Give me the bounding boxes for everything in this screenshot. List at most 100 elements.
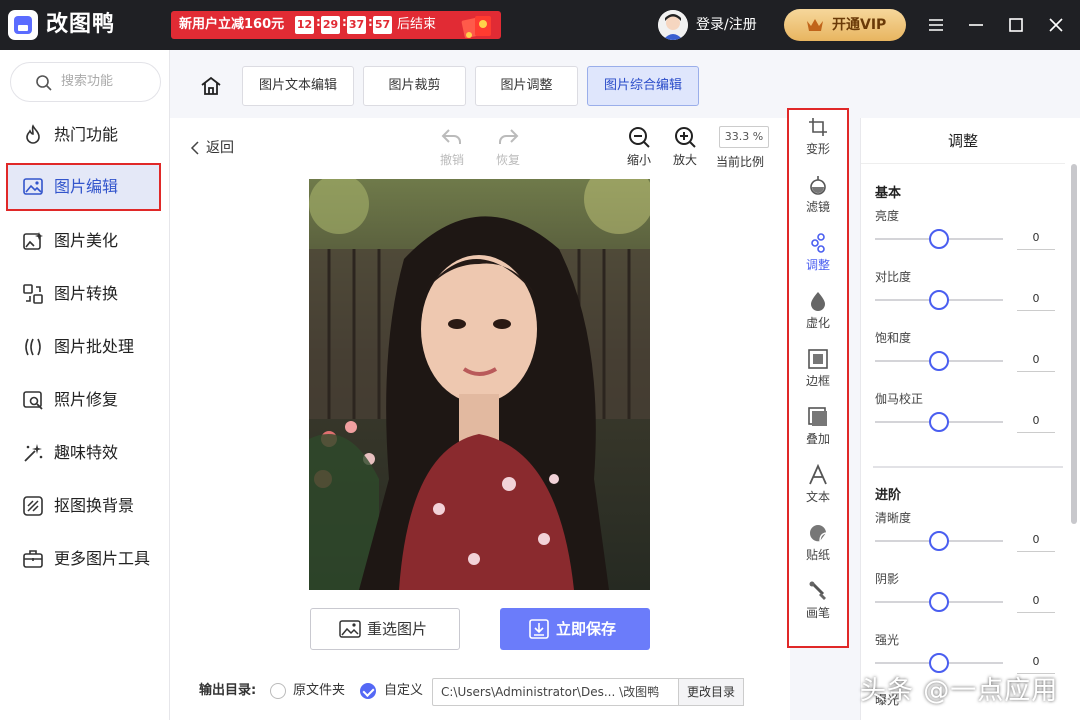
slider-value[interactable]: 0 — [1017, 226, 1055, 250]
tool-border[interactable]: 边框 — [789, 342, 847, 400]
slider-value[interactable]: 0 — [1017, 528, 1055, 552]
sidebar-item-repair[interactable]: 照片修复 — [6, 376, 161, 424]
redo-label: 恢复 — [495, 153, 520, 167]
tool-text[interactable]: 文本 — [789, 458, 847, 516]
advanced-section-title: 进阶 — [875, 488, 902, 503]
sidebar-item-label: 图片转换 — [54, 284, 119, 303]
home-icon[interactable] — [200, 75, 222, 97]
sidebar-item-label: 抠图换背景 — [54, 496, 135, 515]
undo-button[interactable]: 撤销 — [432, 126, 472, 172]
image-icon — [339, 620, 361, 638]
cutout-icon — [23, 496, 43, 516]
zoom-value[interactable]: 33.3 % — [719, 126, 769, 148]
minimize-icon[interactable] — [966, 15, 986, 35]
maximize-icon[interactable] — [1006, 15, 1026, 35]
timer-hours: 12 — [295, 16, 314, 34]
slider-handle[interactable] — [929, 229, 949, 249]
slider-brightness: 亮度 0 — [861, 208, 1065, 260]
change-directory-button[interactable]: 更改目录 — [679, 678, 744, 706]
reselect-label: 重选图片 — [367, 620, 428, 638]
tool-brush[interactable]: 画笔 — [789, 574, 847, 632]
sidebar-item-more[interactable]: 更多图片工具 — [6, 535, 161, 583]
sidebar-item-effects[interactable]: 趣味特效 — [6, 429, 161, 477]
edited-photo[interactable] — [309, 179, 650, 590]
tool-label: 变形 — [805, 142, 830, 156]
convert-icon — [23, 284, 43, 304]
sidebar-item-label: 热门功能 — [54, 125, 119, 144]
login-link[interactable]: 登录/注册 — [696, 14, 757, 36]
back-label: 返回 — [206, 140, 234, 156]
slider-label: 阴影 — [875, 572, 900, 586]
blur-icon — [811, 292, 825, 311]
search-input[interactable]: 搜索功能 — [61, 63, 113, 101]
timer-minutes: 29 — [321, 16, 340, 34]
output-path-field[interactable]: C:\Users\Administrator\Des... \改图鸭 — [432, 678, 679, 706]
reselect-image-button[interactable]: 重选图片 — [310, 608, 460, 650]
slider-label: 强光 — [875, 633, 900, 647]
slider-value[interactable]: 0 — [1017, 287, 1055, 311]
radio-custom[interactable] — [360, 683, 376, 699]
vip-button[interactable]: 开通VIP — [784, 9, 906, 41]
timer-centis: 57 — [373, 16, 392, 34]
radio-original-folder[interactable] — [270, 683, 286, 699]
zoom-out-button[interactable]: 缩小 — [619, 126, 659, 172]
close-icon[interactable] — [1046, 15, 1066, 35]
slider-value[interactable]: 0 — [1017, 589, 1055, 613]
batch-icon — [25, 338, 41, 356]
panel-scrollbar[interactable] — [1071, 164, 1077, 524]
sidebar-item-label: 更多图片工具 — [54, 549, 151, 568]
sidebar-item-convert[interactable]: 图片转换 — [6, 270, 161, 318]
sidebar-item-batch[interactable]: 图片批处理 — [6, 323, 161, 371]
slider-label: 对比度 — [875, 270, 912, 284]
output-directory-row: 输出目录: 原文件夹 自定义 C:\Users\Administrator\De… — [170, 676, 790, 706]
sidebar-item-cutout[interactable]: 抠图换背景 — [6, 482, 161, 530]
slider-handle[interactable] — [929, 351, 949, 371]
image-beauty-icon — [23, 232, 43, 250]
slider-value[interactable]: 0 — [1017, 348, 1055, 372]
tab-crop[interactable]: 图片裁剪 — [363, 66, 466, 106]
basic-section-title: 基本 — [875, 186, 902, 201]
tool-label: 贴纸 — [805, 548, 830, 562]
slider-handle[interactable] — [929, 531, 949, 551]
sidebar-item-beauty[interactable]: 图片美化 — [6, 217, 161, 265]
search-box[interactable]: 搜索功能 — [10, 62, 161, 102]
canvas-area: 返回 撤销 恢复 缩小 放大 33.3 % 当前比例 重选图片 立即保存 输出目… — [170, 118, 790, 720]
promo-banner[interactable]: 新用户立减160元 12 : 29 : 37 : 57 后结束 — [171, 11, 501, 39]
slider-contrast: 对比度 0 — [861, 269, 1065, 321]
sidebar-item-image-edit[interactable]: 图片编辑 — [6, 163, 161, 211]
menu-icon[interactable] — [926, 15, 946, 35]
tool-filter[interactable]: 滤镜 — [789, 168, 847, 226]
app-title: 改图鸭 — [46, 12, 116, 37]
tool-transform[interactable]: 变形 — [789, 110, 847, 168]
zoom-label: 当前比例 — [716, 155, 765, 169]
tool-sticker[interactable]: 贴纸 — [789, 516, 847, 574]
redo-icon — [499, 129, 519, 144]
edit-tool-column: 变形 滤镜 调整 虚化 边框 叠加 文本 贴纸 画笔 — [787, 108, 849, 648]
slider-value[interactable]: 0 — [1017, 409, 1055, 433]
slider-handle[interactable] — [929, 592, 949, 612]
sidebar-item-label: 图片美化 — [54, 231, 119, 250]
tool-adjust[interactable]: 调整 — [789, 226, 847, 284]
tab-adjust[interactable]: 图片调整 — [475, 66, 578, 106]
zoom-out-label: 缩小 — [626, 153, 651, 167]
output-label: 输出目录: — [199, 683, 257, 698]
tool-blur[interactable]: 虚化 — [789, 284, 847, 342]
tool-overlay[interactable]: 叠加 — [789, 400, 847, 458]
toolbox-icon — [23, 550, 43, 568]
avatar[interactable] — [658, 10, 688, 40]
slider-handle[interactable] — [929, 290, 949, 310]
tab-text-edit[interactable]: 图片文本编辑 — [242, 66, 354, 106]
tool-label: 滤镜 — [805, 200, 830, 214]
promo-text: 新用户立减160元 — [179, 17, 285, 32]
sidebar: 搜索功能 热门功能 图片编辑 图片美化 图片转换 图片批处理 照片修复 趣味特效… — [0, 50, 170, 720]
sidebar-item-hot[interactable]: 热门功能 — [6, 111, 161, 159]
slider-handle[interactable] — [929, 412, 949, 432]
sidebar-item-label: 照片修复 — [54, 390, 119, 409]
brush-icon — [809, 581, 826, 600]
tab-composite-edit[interactable]: 图片综合编辑 — [587, 66, 699, 106]
save-button[interactable]: 立即保存 — [500, 608, 650, 650]
redo-button[interactable]: 恢复 — [488, 126, 528, 172]
app-logo-icon — [8, 10, 38, 40]
zoom-in-button[interactable]: 放大 — [665, 126, 705, 172]
zoom-out-icon — [629, 127, 650, 148]
